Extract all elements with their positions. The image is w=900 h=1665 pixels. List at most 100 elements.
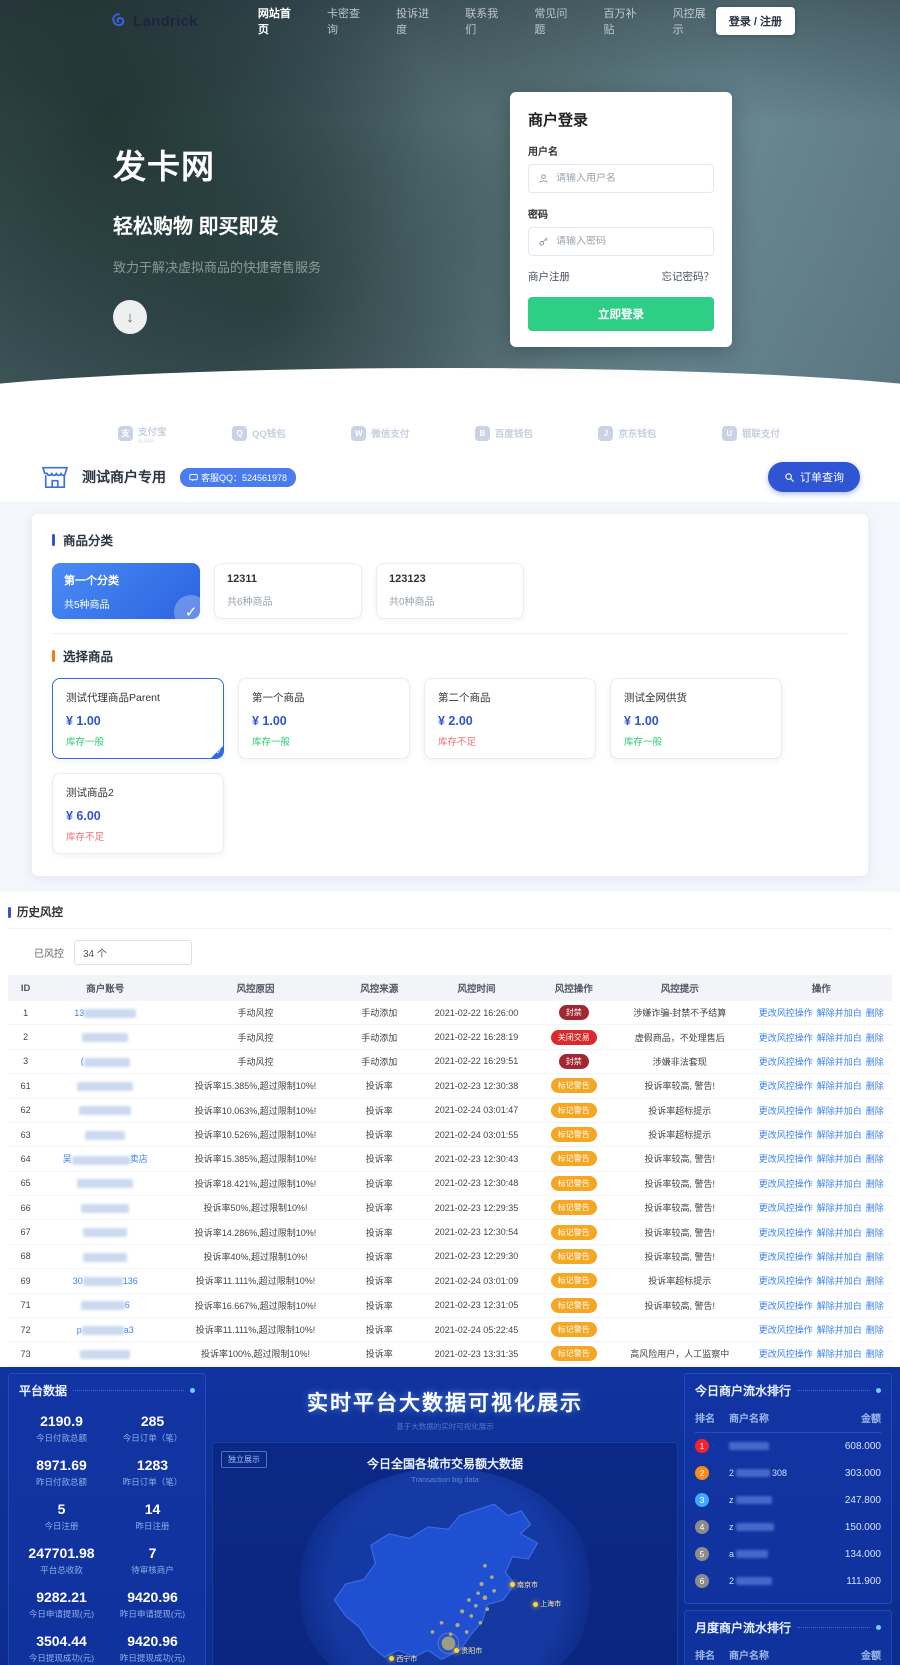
risk-op-link[interactable]: 解除并加白 [817, 1301, 862, 1311]
stat-label: 今日注册 [19, 1520, 104, 1532]
risk-op-link[interactable]: 解除并加白 [817, 1154, 862, 1164]
risk-op-link[interactable]: 解除并加白 [817, 1203, 862, 1213]
risk-op-link[interactable]: 更改风控操作 [759, 1033, 813, 1043]
risk-op-link[interactable]: 更改风控操作 [759, 1081, 813, 1091]
risk-op-link[interactable]: 解除并加白 [817, 1106, 862, 1116]
forgot-password-link[interactable]: 忘记密码？ [662, 269, 715, 284]
scroll-down-button[interactable]: ↓ [113, 300, 147, 334]
risk-op-link[interactable]: 解除并加白 [817, 1008, 862, 1018]
nav-item-3[interactable]: 联系我们 [465, 5, 508, 37]
risk-op-link[interactable]: 更改风控操作 [759, 1179, 813, 1189]
risk-op-link[interactable]: 更改风控操作 [759, 1008, 813, 1018]
risk-op-link[interactable]: 删除 [866, 1203, 884, 1213]
payment-name: 微信支付 [371, 424, 409, 442]
payment-name: 支付宝ALIPAY [138, 422, 167, 444]
risk-op-link[interactable]: 解除并加白 [817, 1349, 862, 1359]
masked-account [81, 1301, 125, 1310]
risk-op-link[interactable]: 删除 [866, 1057, 884, 1067]
risk-op-link[interactable]: 删除 [866, 1033, 884, 1043]
account-suffix[interactable]: 卖店 [130, 1154, 148, 1164]
risk-op-link[interactable]: 删除 [866, 1081, 884, 1091]
login-register-button[interactable]: 登录 / 注册 [716, 7, 795, 35]
nav-item-0[interactable]: 网站首页 [258, 5, 301, 37]
risk-op-link[interactable]: 解除并加白 [817, 1081, 862, 1091]
account-suffix[interactable]: 136 [123, 1276, 138, 1286]
risk-reason: 手动风控 [167, 1001, 344, 1025]
risk-op-link[interactable]: 删除 [866, 1349, 884, 1359]
risk-op-link[interactable]: 删除 [866, 1252, 884, 1262]
account-prefix[interactable]: 吴 [63, 1154, 72, 1164]
risk-op-link[interactable]: 删除 [866, 1179, 884, 1189]
account-prefix[interactable]: 30 [73, 1276, 83, 1286]
masked-account [72, 1156, 130, 1165]
risk-op-link[interactable]: 解除并加白 [817, 1057, 862, 1067]
account-prefix[interactable]: 13 [74, 1008, 84, 1018]
nav-item-6[interactable]: 风控展示 [673, 5, 716, 37]
nav-menu: 网站首页卡密查询投诉进度联系我们常见问题百万补贴风控展示 [258, 5, 716, 37]
risk-op-link[interactable]: 更改风控操作 [759, 1203, 813, 1213]
risk-op-link[interactable]: 更改风控操作 [759, 1057, 813, 1067]
payment-name: 京东钱包 [618, 424, 656, 442]
name-prefix: z [729, 1522, 734, 1532]
merchant-account: 6 [43, 1293, 167, 1317]
password-field-wrap [528, 227, 714, 256]
nav-item-1[interactable]: 卡密查询 [327, 5, 370, 37]
order-query-button[interactable]: 订单查询 [768, 462, 860, 492]
nav-item-5[interactable]: 百万补贴 [604, 5, 647, 37]
risk-op-link[interactable]: 更改风控操作 [759, 1325, 813, 1335]
risk-count-input[interactable]: 34 个 [74, 940, 192, 965]
risk-op-link[interactable]: 解除并加白 [817, 1325, 862, 1335]
risk-action-badge: 标记警告 [551, 1273, 597, 1288]
nav-item-4[interactable]: 常见问题 [534, 5, 577, 37]
risk-ops: 更改风控操作解除并加白删除 [751, 1147, 892, 1171]
merchant-account [43, 1244, 167, 1268]
standalone-display-button[interactable]: 独立展示 [221, 1451, 267, 1468]
risk-op-link[interactable]: 删除 [866, 1325, 884, 1335]
risk-op-link[interactable]: 解除并加白 [817, 1228, 862, 1238]
logo[interactable]: Landrick [110, 12, 198, 30]
risk-op-link[interactable]: 更改风控操作 [759, 1228, 813, 1238]
risk-time: 2021-02-23 12:30:38 [415, 1074, 539, 1098]
risk-op-link[interactable]: 更改风控操作 [759, 1276, 813, 1286]
password-input[interactable] [556, 236, 704, 247]
account-prefix[interactable]: p [77, 1325, 82, 1335]
risk-op-link[interactable]: 更改风控操作 [759, 1106, 813, 1116]
china-map-panel: 独立展示 今日全国各城市交易额大数据 Transaction big data [212, 1442, 678, 1665]
risk-op-link[interactable]: 更改风控操作 [759, 1252, 813, 1262]
risk-op-link[interactable]: 删除 [866, 1008, 884, 1018]
risk-col-header: ID [8, 975, 43, 1001]
account-suffix[interactable]: a3 [124, 1325, 134, 1335]
product-card[interactable]: 测试全网供货¥ 1.00库存一般 [610, 678, 782, 759]
product-card[interactable]: 测试商品2¥ 6.00库存不足 [52, 773, 224, 854]
nav-item-2[interactable]: 投诉进度 [396, 5, 439, 37]
product-card[interactable]: 第一个商品¥ 1.00库存一般 [238, 678, 410, 759]
risk-op-link[interactable]: 解除并加白 [817, 1276, 862, 1286]
risk-op-link[interactable]: 删除 [866, 1106, 884, 1116]
login-submit-button[interactable]: 立即登录 [528, 297, 714, 331]
merchant-account [43, 1122, 167, 1146]
risk-op-link[interactable]: 解除并加白 [817, 1179, 862, 1189]
risk-op-link[interactable]: 删除 [866, 1130, 884, 1140]
risk-op-link[interactable]: 解除并加白 [817, 1033, 862, 1043]
risk-reason: 手动风控 [167, 1025, 344, 1049]
risk-col-header: 风控时间 [415, 975, 539, 1001]
risk-op-link[interactable]: 删除 [866, 1301, 884, 1311]
risk-op-link[interactable]: 解除并加白 [817, 1252, 862, 1262]
product-card[interactable]: 第二个商品¥ 2.00库存不足 [424, 678, 596, 759]
username-input[interactable] [556, 173, 704, 184]
product-card[interactable]: 测试代理商品Parent¥ 1.00库存一般 [52, 678, 224, 759]
risk-op-link[interactable]: 更改风控操作 [759, 1130, 813, 1140]
category-card[interactable]: 12311共6种商品 [214, 563, 362, 619]
qq-service-badge[interactable]: 客服QQ：524561978 [180, 468, 296, 487]
risk-op-link[interactable]: 更改风控操作 [759, 1301, 813, 1311]
merchant-register-link[interactable]: 商户注册 [528, 269, 570, 284]
risk-op-link[interactable]: 删除 [866, 1228, 884, 1238]
risk-op-link[interactable]: 删除 [866, 1154, 884, 1164]
risk-op-link[interactable]: 更改风控操作 [759, 1154, 813, 1164]
category-card[interactable]: 123123共0种商品 [376, 563, 524, 619]
account-suffix[interactable]: 6 [125, 1300, 130, 1310]
risk-op-link[interactable]: 更改风控操作 [759, 1349, 813, 1359]
category-card[interactable]: 第一个分类共5种商品✓ [52, 563, 200, 619]
risk-op-link[interactable]: 解除并加白 [817, 1130, 862, 1140]
risk-op-link[interactable]: 删除 [866, 1276, 884, 1286]
